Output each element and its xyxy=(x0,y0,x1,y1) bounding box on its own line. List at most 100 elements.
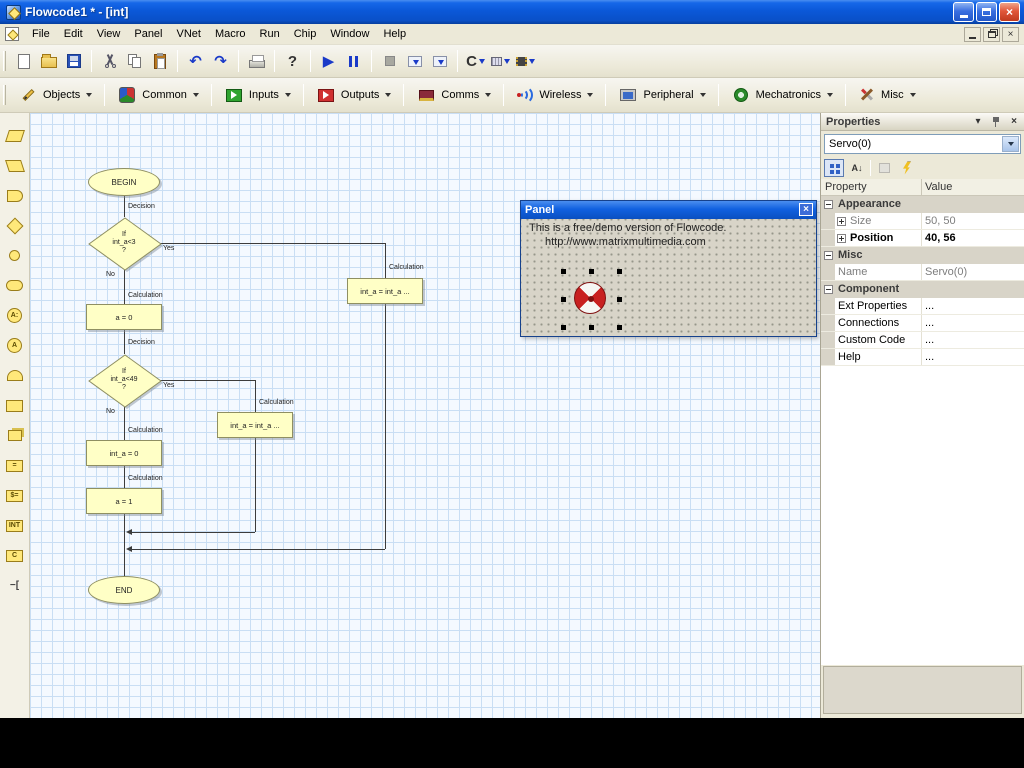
save-button[interactable] xyxy=(61,49,86,74)
menu-vnet[interactable]: VNet xyxy=(170,25,208,43)
components-group-comms[interactable]: Comms xyxy=(409,81,498,109)
string-tool-button[interactable]: $= xyxy=(4,485,26,506)
compile-c-button[interactable]: C xyxy=(463,49,488,74)
compile-asm-button[interactable] xyxy=(488,49,513,74)
property-value[interactable]: ... xyxy=(925,317,934,329)
close-panel-icon[interactable]: × xyxy=(1007,115,1021,128)
calculation-tool-button[interactable]: = xyxy=(4,455,26,476)
menu-window[interactable]: Window xyxy=(323,25,376,43)
components-group-mechatronics[interactable]: Mechatronics xyxy=(724,81,840,109)
maximize-button[interactable] xyxy=(976,2,997,22)
calculation3-shape[interactable]: a = 1 xyxy=(86,488,162,514)
property-value[interactable]: ... xyxy=(925,300,934,312)
step-into-button[interactable] xyxy=(402,49,427,74)
panel-close-button[interactable]: × xyxy=(799,203,813,216)
selection-handle[interactable] xyxy=(617,325,622,330)
selection-handle[interactable] xyxy=(561,297,566,302)
property-row-size[interactable]: Size 50, 50 xyxy=(821,213,1024,230)
menu-file[interactable]: File xyxy=(25,25,57,43)
selection-handle[interactable] xyxy=(561,325,566,330)
stop-button[interactable] xyxy=(377,49,402,74)
property-value[interactable]: Servo(0) xyxy=(925,266,967,278)
collapse-icon[interactable] xyxy=(824,200,833,209)
components-group-outputs[interactable]: Outputs xyxy=(309,81,399,109)
panel-title-bar[interactable]: Panel × xyxy=(521,201,816,219)
component-selector[interactable]: Servo(0) xyxy=(824,134,1021,154)
toolbar-grip[interactable] xyxy=(3,85,6,105)
component-macro-tool-button[interactable] xyxy=(4,365,26,386)
components-group-misc[interactable]: Misc xyxy=(851,81,923,109)
collapse-icon[interactable] xyxy=(824,285,833,294)
redo-button[interactable]: ↷ xyxy=(208,49,233,74)
open-button[interactable] xyxy=(36,49,61,74)
alphabetical-sort-button[interactable]: A↓ xyxy=(847,159,867,177)
pin-icon[interactable] xyxy=(989,115,1003,128)
close-button[interactable]: × xyxy=(999,2,1020,22)
new-button[interactable] xyxy=(11,49,36,74)
delay-tool-button[interactable] xyxy=(4,185,26,206)
call-macro-tool-button[interactable]: A xyxy=(4,335,26,356)
branch1-calculation-shape[interactable]: int_a = int_a ... xyxy=(347,278,423,304)
property-row-custom-code[interactable]: Custom Code ... xyxy=(821,332,1024,349)
macro-tool-button[interactable]: A: xyxy=(4,305,26,326)
property-value[interactable]: 50, 50 xyxy=(925,215,956,227)
events-button[interactable] xyxy=(897,159,917,177)
connection-point-tool-button[interactable] xyxy=(4,245,26,266)
menu-run[interactable]: Run xyxy=(253,25,287,43)
mdi-minimize-button[interactable] xyxy=(964,26,981,42)
interrupt-tool-button[interactable]: INT xyxy=(4,515,26,536)
loop-tool-button[interactable] xyxy=(4,275,26,296)
c-code-tool-button[interactable]: C xyxy=(4,545,26,566)
print-button[interactable] xyxy=(244,49,269,74)
property-value[interactable]: ... xyxy=(925,334,934,346)
panel-body[interactable]: This is a free/demo version of Flowcode.… xyxy=(521,219,816,336)
properties-header[interactable]: Properties ▾ × xyxy=(821,113,1024,131)
selection-handle[interactable] xyxy=(561,269,566,274)
title-bar[interactable]: Flowcode1 * - [int] × xyxy=(0,0,1024,24)
expand-icon[interactable] xyxy=(837,217,846,226)
flowchart-canvas[interactable]: BEGIN If int_a<3 ? a = 0 If int_a<49 ? i… xyxy=(30,113,820,718)
property-row-position[interactable]: Position 40, 56 xyxy=(821,230,1024,247)
mdi-restore-button[interactable] xyxy=(983,26,1000,42)
output-tool-button[interactable] xyxy=(4,155,26,176)
property-value[interactable]: ... xyxy=(925,351,934,363)
mdi-close-button[interactable]: × xyxy=(1002,26,1019,42)
chevron-down-icon[interactable]: ▾ xyxy=(971,115,985,128)
copy-button[interactable] xyxy=(122,49,147,74)
undo-button[interactable]: ↶ xyxy=(183,49,208,74)
branch2-calculation-shape[interactable]: int_a = int_a ... xyxy=(217,412,293,438)
property-pages-button[interactable] xyxy=(874,159,894,177)
collapse-icon[interactable] xyxy=(824,251,833,260)
program-chip-button[interactable] xyxy=(513,49,538,74)
property-row-name[interactable]: Name Servo(0) xyxy=(821,264,1024,281)
components-group-wireless[interactable]: Wireless xyxy=(509,81,600,109)
decision-tool-button[interactable] xyxy=(4,215,26,236)
property-category-component[interactable]: Component xyxy=(821,281,1024,298)
menu-view[interactable]: View xyxy=(90,25,128,43)
lcd-tool-button[interactable] xyxy=(4,395,26,416)
run-button[interactable]: ▶ xyxy=(316,49,341,74)
step-over-button[interactable] xyxy=(427,49,452,74)
menu-chip[interactable]: Chip xyxy=(287,25,324,43)
property-row-help[interactable]: Help ... xyxy=(821,349,1024,366)
property-row-connections[interactable]: Connections ... xyxy=(821,315,1024,332)
categorized-view-button[interactable] xyxy=(824,159,844,177)
property-category-appearance[interactable]: Appearance xyxy=(821,196,1024,213)
property-row-ext-properties[interactable]: Ext Properties ... xyxy=(821,298,1024,315)
menu-edit[interactable]: Edit xyxy=(57,25,90,43)
servo-component[interactable] xyxy=(574,282,606,314)
component-selector-dropdown-button[interactable] xyxy=(1002,136,1019,152)
selection-handle[interactable] xyxy=(617,269,622,274)
components-group-peripheral[interactable]: Peripheral xyxy=(611,81,712,109)
column-splitter[interactable] xyxy=(921,179,922,195)
selection-handle[interactable] xyxy=(617,297,622,302)
calculation2-shape[interactable]: int_a = 0 xyxy=(86,440,162,466)
end-shape[interactable]: END xyxy=(88,576,160,604)
toolbar-grip[interactable] xyxy=(3,51,6,71)
menu-panel[interactable]: Panel xyxy=(127,25,169,43)
cut-button[interactable] xyxy=(97,49,122,74)
calculation1-shape[interactable]: a = 0 xyxy=(86,304,162,330)
expand-icon[interactable] xyxy=(837,234,846,243)
selection-handle[interactable] xyxy=(589,325,594,330)
menu-macro[interactable]: Macro xyxy=(208,25,253,43)
